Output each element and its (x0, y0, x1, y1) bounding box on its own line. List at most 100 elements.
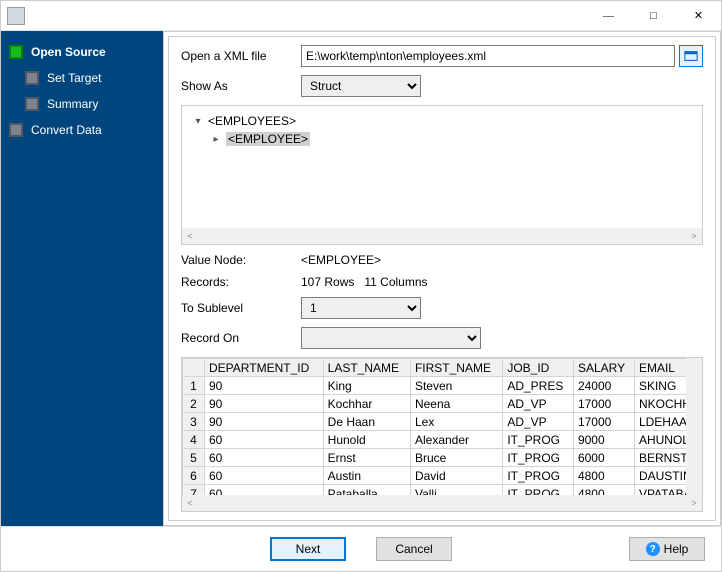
open-file-label: Open a XML file (181, 49, 301, 63)
cell[interactable]: AD_VP (503, 413, 574, 431)
cell[interactable]: 4800 (573, 485, 634, 496)
grid-scroll-area[interactable]: DEPARTMENT_IDLAST_NAMEFIRST_NAMEJOB_IDSA… (182, 358, 702, 495)
column-header[interactable]: JOB_ID (503, 359, 574, 377)
row-header-corner (183, 359, 205, 377)
cell[interactable]: 60 (205, 467, 324, 485)
to-sublevel-label: To Sublevel (181, 301, 301, 315)
column-header[interactable]: LAST_NAME (323, 359, 410, 377)
browse-icon (684, 49, 698, 63)
to-sublevel-select[interactable]: 1 (301, 297, 421, 319)
cell[interactable]: Ernst (323, 449, 410, 467)
sidebar-item-label: Summary (47, 97, 98, 111)
cell[interactable]: 24000 (573, 377, 634, 395)
cell[interactable]: Hunold (323, 431, 410, 449)
cell[interactable]: 9000 (573, 431, 634, 449)
cell[interactable]: IT_PROG (503, 449, 574, 467)
value-node-label: Value Node: (181, 253, 301, 267)
next-button[interactable]: Next (270, 537, 346, 561)
content-area: Open a XML file Show As Struct ▾ <EMPLOY… (163, 31, 721, 526)
cell[interactable]: Kochhar (323, 395, 410, 413)
table-row[interactable]: 760PataballaValliIT_PROG4800VPATABA (183, 485, 702, 496)
cell[interactable]: King (323, 377, 410, 395)
cell[interactable]: Neena (410, 395, 502, 413)
cell[interactable]: AD_VP (503, 395, 574, 413)
sidebar-item-label: Set Target (47, 71, 101, 85)
cell[interactable]: Pataballa (323, 485, 410, 496)
table-row[interactable]: 660AustinDavidIT_PROG4800DAUSTIN (183, 467, 702, 485)
sidebar-item-summary[interactable]: Summary (1, 91, 163, 117)
tree-node-label: <EMPLOYEE> (226, 132, 310, 146)
scrollbar-track[interactable] (198, 228, 686, 244)
xml-tree-box: ▾ <EMPLOYEES> ▸ <EMPLOYEE> < > (181, 105, 703, 245)
record-on-select[interactable] (301, 327, 481, 349)
record-on-label: Record On (181, 331, 301, 345)
browse-button[interactable] (679, 45, 703, 67)
step-indicator-icon (25, 71, 39, 85)
cell[interactable]: 17000 (573, 395, 634, 413)
cell[interactable]: IT_PROG (503, 431, 574, 449)
column-header[interactable]: SALARY (573, 359, 634, 377)
close-button[interactable]: ✕ (676, 1, 721, 30)
cell[interactable]: Valli (410, 485, 502, 496)
expand-icon[interactable]: ▸ (210, 134, 222, 145)
cell[interactable]: De Haan (323, 413, 410, 431)
records-label: Records: (181, 275, 301, 289)
sidebar-item-convert-data[interactable]: Convert Data (1, 117, 163, 143)
open-source-panel: Open a XML file Show As Struct ▾ <EMPLOY… (168, 36, 716, 521)
cell[interactable]: 6000 (573, 449, 634, 467)
tree-node-root[interactable]: ▾ <EMPLOYEES> (192, 112, 692, 130)
cell[interactable]: 90 (205, 377, 324, 395)
cell[interactable]: Alexander (410, 431, 502, 449)
cell[interactable]: 90 (205, 413, 324, 431)
sidebar-item-label: Convert Data (31, 123, 102, 137)
cell[interactable]: 4800 (573, 467, 634, 485)
scrollbar-track[interactable] (198, 495, 686, 511)
cell[interactable]: 60 (205, 449, 324, 467)
cell[interactable]: Austin (323, 467, 410, 485)
records-columns: 11 Columns (364, 275, 427, 289)
table-row[interactable]: 560ErnstBruceIT_PROG6000BERNST (183, 449, 702, 467)
wizard-footer: Next Cancel ? Help (1, 526, 721, 571)
table-row[interactable]: 390De HaanLexAD_VP17000LDEHAAI (183, 413, 702, 431)
row-number: 7 (183, 485, 205, 496)
cell[interactable]: David (410, 467, 502, 485)
cell[interactable]: Lex (410, 413, 502, 431)
column-header[interactable]: FIRST_NAME (410, 359, 502, 377)
table-row[interactable]: 190KingStevenAD_PRES24000SKING (183, 377, 702, 395)
table-row[interactable]: 460HunoldAlexanderIT_PROG9000AHUNOL (183, 431, 702, 449)
tree-horizontal-scrollbar[interactable]: < > (182, 228, 702, 244)
scroll-right-icon[interactable]: > (686, 495, 702, 511)
scroll-right-icon[interactable]: > (686, 228, 702, 244)
cell[interactable]: IT_PROG (503, 467, 574, 485)
collapse-icon[interactable]: ▾ (192, 116, 204, 127)
cell[interactable]: 60 (205, 431, 324, 449)
open-file-input[interactable] (301, 45, 675, 67)
tree-node-child[interactable]: ▸ <EMPLOYEE> (210, 130, 692, 148)
sidebar-item-open-source[interactable]: Open Source (1, 39, 163, 65)
cell[interactable]: AD_PRES (503, 377, 574, 395)
step-indicator-icon (25, 97, 39, 111)
wizard-sidebar: Open Source Set Target Summary Convert D… (1, 31, 163, 526)
help-icon: ? (646, 542, 660, 556)
row-number: 4 (183, 431, 205, 449)
minimize-button[interactable]: — (586, 1, 631, 30)
show-as-select[interactable]: Struct (301, 75, 421, 97)
cell[interactable]: IT_PROG (503, 485, 574, 496)
scroll-left-icon[interactable]: < (182, 495, 198, 511)
cell[interactable]: Steven (410, 377, 502, 395)
cell[interactable]: 60 (205, 485, 324, 496)
table-row[interactable]: 290KochharNeenaAD_VP17000NKOCHH (183, 395, 702, 413)
cell[interactable]: 17000 (573, 413, 634, 431)
cell[interactable]: Bruce (410, 449, 502, 467)
grid-horizontal-scrollbar[interactable]: < > (182, 495, 702, 511)
sidebar-item-set-target[interactable]: Set Target (1, 65, 163, 91)
show-as-label: Show As (181, 79, 301, 93)
grid-vertical-scrollbar[interactable] (686, 358, 702, 495)
maximize-button[interactable]: □ (631, 1, 676, 30)
column-header[interactable]: DEPARTMENT_ID (205, 359, 324, 377)
cell[interactable]: 90 (205, 395, 324, 413)
help-button[interactable]: ? Help (629, 537, 705, 561)
tree-node-label: <EMPLOYEES> (208, 114, 296, 128)
cancel-button[interactable]: Cancel (376, 537, 452, 561)
scroll-left-icon[interactable]: < (182, 228, 198, 244)
